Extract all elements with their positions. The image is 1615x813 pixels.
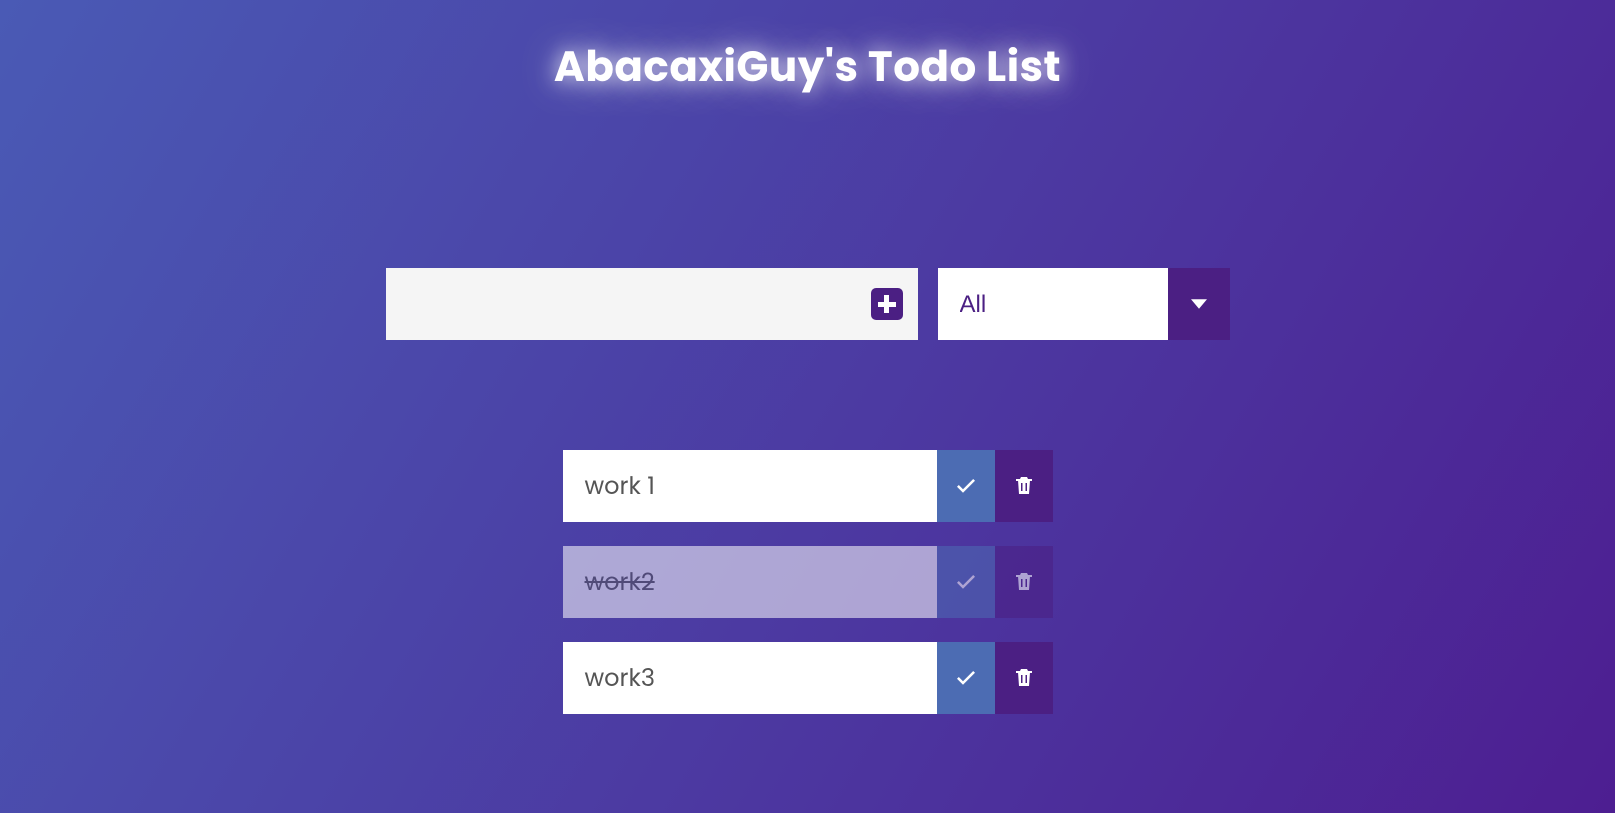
input-group: [386, 268, 918, 340]
delete-button[interactable]: [995, 642, 1053, 714]
check-icon: [954, 665, 978, 692]
form-row: AllCompletedUncompleted: [0, 268, 1615, 340]
todo-row: work 1: [563, 450, 1053, 522]
page-title: AbacaxiGuy's Todo List: [0, 35, 1615, 98]
add-todo-button[interactable]: [856, 268, 918, 340]
complete-button[interactable]: [937, 450, 995, 522]
filter-select-wrap: AllCompletedUncompleted: [938, 268, 1230, 340]
delete-button[interactable]: [995, 546, 1053, 618]
todo-item-label: work2: [563, 546, 937, 618]
plus-icon: [871, 288, 903, 320]
todo-row: work3: [563, 642, 1053, 714]
complete-button[interactable]: [937, 642, 995, 714]
todo-item-label: work3: [563, 642, 937, 714]
trash-icon: [1012, 473, 1036, 500]
chevron-down-icon: [1168, 268, 1230, 340]
complete-button[interactable]: [937, 546, 995, 618]
delete-button[interactable]: [995, 450, 1053, 522]
trash-icon: [1012, 569, 1036, 596]
check-icon: [954, 473, 978, 500]
todo-input[interactable]: [386, 268, 856, 340]
trash-icon: [1012, 665, 1036, 692]
header: AbacaxiGuy's Todo List: [0, 0, 1615, 98]
todo-list: work 1 work2 work3: [0, 450, 1615, 714]
check-icon: [954, 569, 978, 596]
todo-item-label: work 1: [563, 450, 937, 522]
filter-select[interactable]: AllCompletedUncompleted: [938, 268, 1168, 340]
todo-row: work2: [563, 546, 1053, 618]
